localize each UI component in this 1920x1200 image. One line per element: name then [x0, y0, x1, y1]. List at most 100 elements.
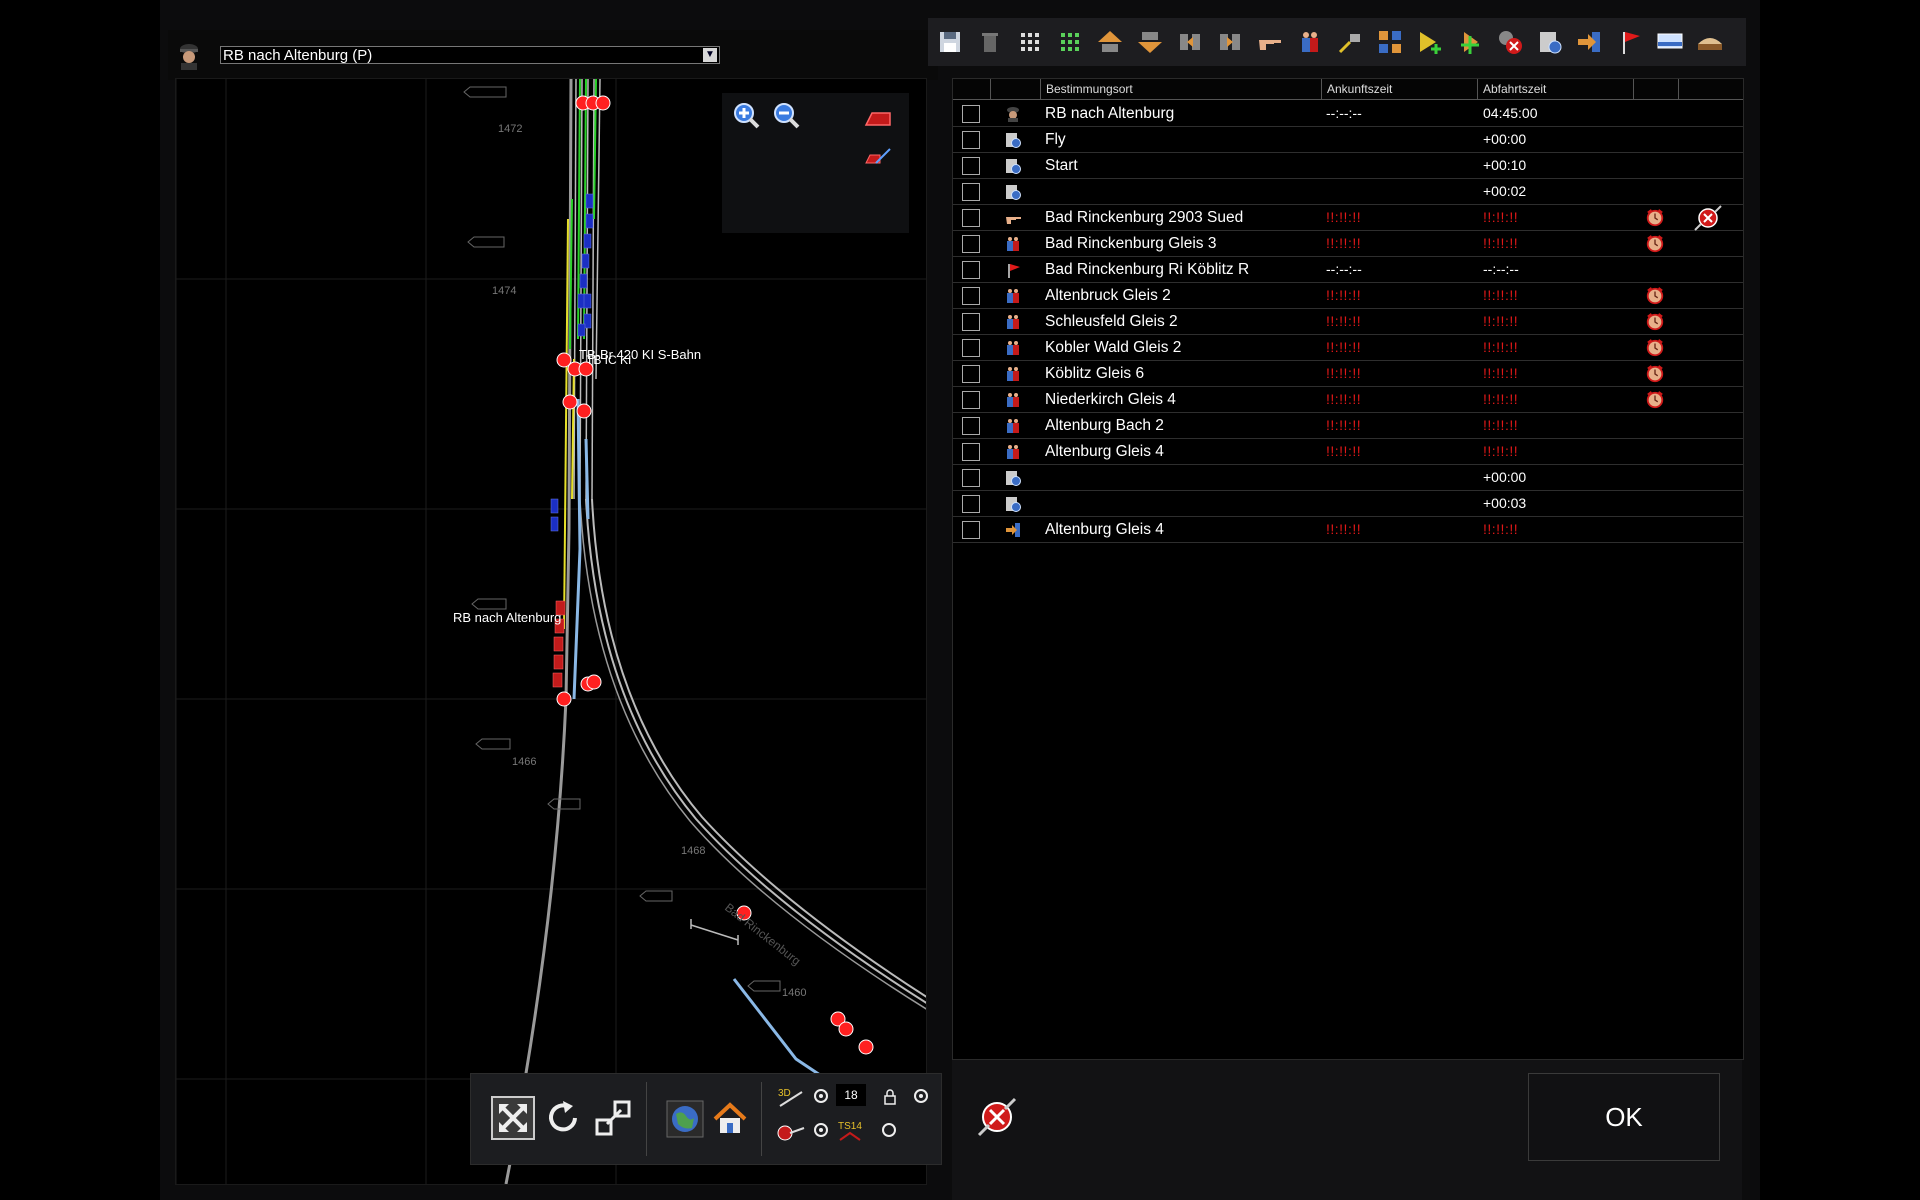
insert-left-icon[interactable]: [1176, 28, 1204, 56]
grid-green-icon[interactable]: [1056, 28, 1084, 56]
zoom-out-icon[interactable]: [772, 101, 802, 131]
row-departure[interactable]: !!:!!:!!: [1483, 439, 1518, 464]
fit-view-icon[interactable]: [491, 1096, 535, 1140]
row-checkbox[interactable]: [962, 157, 980, 175]
expand-icon[interactable]: [591, 1096, 635, 1140]
row-checkbox[interactable]: [962, 183, 980, 201]
table-row[interactable]: Fly +00:00: [953, 127, 1743, 153]
row-checkbox[interactable]: [962, 235, 980, 253]
alarm-clock-icon[interactable]: [1644, 286, 1666, 306]
table-row[interactable]: Altenbruck Gleis 2!!:!!:!!!!:!!:!!: [953, 283, 1743, 309]
globe-icon[interactable]: [666, 1100, 704, 1138]
radio-option-3-icon[interactable]: [813, 1122, 829, 1138]
row-arrival[interactable]: --:--:--: [1326, 257, 1362, 282]
row-departure[interactable]: !!:!!:!!: [1483, 413, 1518, 438]
delete-icon[interactable]: [976, 28, 1004, 56]
row-checkbox[interactable]: [962, 287, 980, 305]
table-row[interactable]: Bad Rinckenburg 2903 Sued!!:!!:!!!!:!!:!…: [953, 205, 1743, 231]
passengers-icon[interactable]: [1296, 28, 1324, 56]
table-row[interactable]: Start +00:10: [953, 153, 1743, 179]
table-row[interactable]: Schleusfeld Gleis 2!!:!!:!!!!:!!:!!: [953, 309, 1743, 335]
row-departure[interactable]: !!:!!:!!: [1483, 361, 1518, 386]
track-select-icon[interactable]: [862, 141, 892, 171]
header-destination[interactable]: Bestimmungsort: [1040, 79, 1323, 99]
row-checkbox[interactable]: [962, 469, 980, 487]
row-departure[interactable]: --:--:--: [1483, 257, 1519, 282]
radio-option-2-icon[interactable]: [913, 1088, 929, 1104]
train-view-icon[interactable]: [1696, 28, 1724, 56]
row-checkbox[interactable]: [962, 417, 980, 435]
table-row[interactable]: Altenburg Gleis 4!!:!!:!!!!:!!:!!: [953, 517, 1743, 543]
row-arrival[interactable]: !!:!!:!!: [1326, 335, 1361, 360]
row-arrival[interactable]: !!:!!:!!: [1326, 439, 1361, 464]
compass-3d-icon[interactable]: 3D: [776, 1084, 806, 1110]
coupling-icon[interactable]: [1336, 28, 1364, 56]
row-arrival[interactable]: !!:!!:!!: [1326, 283, 1361, 308]
row-checkbox[interactable]: [962, 313, 980, 331]
row-departure[interactable]: +00:02: [1483, 179, 1526, 204]
remove-row-icon[interactable]: [1693, 205, 1723, 231]
row-arrival[interactable]: !!:!!:!!: [1326, 517, 1361, 542]
move-up-icon[interactable]: [1096, 28, 1124, 56]
table-row[interactable]: Kobler Wald Gleis 2!!:!!:!!!!:!!:!!: [953, 335, 1743, 361]
row-checkbox[interactable]: [962, 521, 980, 539]
table-row[interactable]: +00:02: [953, 179, 1743, 205]
exit-arrow-icon[interactable]: [1576, 28, 1604, 56]
row-checkbox[interactable]: [962, 495, 980, 513]
consist-select[interactable]: RB nach Altenburg (P) ▼: [220, 46, 720, 64]
row-departure[interactable]: !!:!!:!!: [1483, 309, 1518, 334]
row-checkbox[interactable]: [962, 391, 980, 409]
row-arrival[interactable]: !!:!!:!!: [1326, 309, 1361, 334]
time-value[interactable]: 18: [836, 1084, 866, 1106]
row-arrival[interactable]: !!:!!:!!: [1326, 205, 1361, 230]
rotate-icon[interactable]: [541, 1096, 585, 1140]
row-departure[interactable]: !!:!!:!!: [1483, 205, 1518, 230]
insert-right-icon[interactable]: [1216, 28, 1244, 56]
table-row[interactable]: Köblitz Gleis 6!!:!!:!!!!:!!:!!: [953, 361, 1743, 387]
row-checkbox[interactable]: [962, 365, 980, 383]
row-checkbox[interactable]: [962, 105, 980, 123]
header-arrival[interactable]: Ankunftszeit: [1321, 79, 1479, 99]
alarm-clock-icon[interactable]: [1644, 338, 1666, 358]
save-icon[interactable]: [936, 28, 964, 56]
zoom-in-icon[interactable]: [732, 101, 762, 131]
table-row[interactable]: Altenburg Bach 2!!:!!:!!!!:!!:!!: [953, 413, 1743, 439]
row-checkbox[interactable]: [962, 131, 980, 149]
row-departure[interactable]: !!:!!:!!: [1483, 283, 1518, 308]
instruction-settings-icon[interactable]: [1536, 28, 1564, 56]
row-arrival[interactable]: !!:!!:!!: [1326, 361, 1361, 386]
split-icon[interactable]: [1376, 28, 1404, 56]
move-down-icon[interactable]: [1136, 28, 1164, 56]
row-arrival[interactable]: !!:!!:!!: [1326, 387, 1361, 412]
row-departure[interactable]: !!:!!:!!: [1483, 231, 1518, 256]
row-checkbox[interactable]: [962, 261, 980, 279]
header-departure[interactable]: Abfahrtszeit: [1477, 79, 1635, 99]
row-departure[interactable]: +00:00: [1483, 127, 1526, 152]
display-icon[interactable]: [1656, 28, 1684, 56]
eraser-icon[interactable]: [862, 103, 892, 133]
row-checkbox[interactable]: [962, 339, 980, 357]
table-row[interactable]: +00:03: [953, 491, 1743, 517]
alarm-clock-icon[interactable]: [1644, 312, 1666, 332]
row-departure[interactable]: +00:10: [1483, 153, 1526, 178]
row-arrival[interactable]: !!:!!:!!: [1326, 413, 1361, 438]
radio-option-4-icon[interactable]: [881, 1122, 897, 1138]
add-yellow-icon[interactable]: [1416, 28, 1444, 56]
grid-icon[interactable]: [1016, 28, 1044, 56]
row-departure[interactable]: !!:!!:!!: [1483, 517, 1518, 542]
delete-instruction-button[interactable]: [975, 1095, 1019, 1139]
row-departure[interactable]: +00:03: [1483, 491, 1526, 516]
row-checkbox[interactable]: [962, 443, 980, 461]
alarm-clock-icon[interactable]: [1644, 234, 1666, 254]
row-departure[interactable]: +00:00: [1483, 465, 1526, 490]
pointing-hand-icon[interactable]: [1256, 28, 1284, 56]
remove-instruction-icon[interactable]: [1496, 28, 1524, 56]
table-row[interactable]: Altenburg Gleis 4!!:!!:!!!!:!!:!!: [953, 439, 1743, 465]
red-flag-icon[interactable]: [1616, 28, 1644, 56]
alarm-clock-icon[interactable]: [1644, 208, 1666, 228]
alarm-clock-icon[interactable]: [1644, 364, 1666, 384]
row-departure[interactable]: !!:!!:!!: [1483, 387, 1518, 412]
route-map[interactable]: 1472 1474 1466 1468 1460 RB nach Altenbu…: [175, 78, 927, 1185]
row-checkbox[interactable]: [962, 209, 980, 227]
home-icon[interactable]: [711, 1100, 749, 1138]
